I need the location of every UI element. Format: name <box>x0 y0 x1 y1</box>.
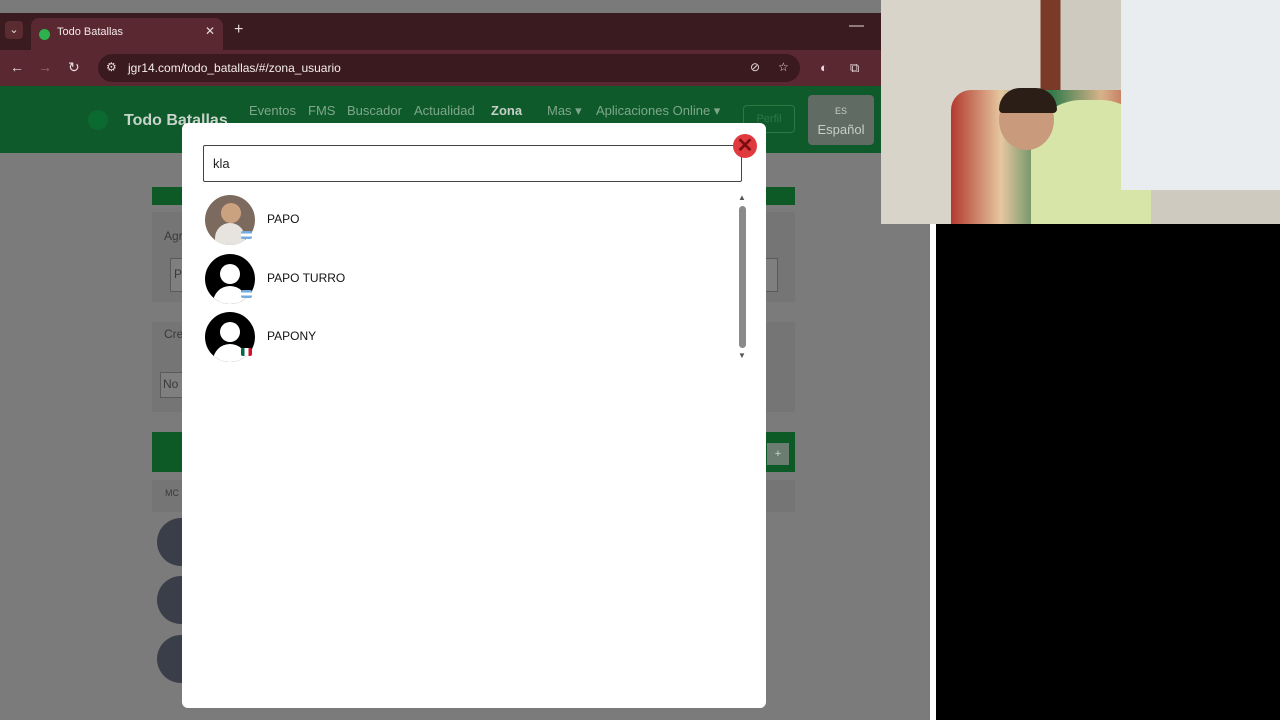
minimize-icon[interactable]: — <box>849 17 864 34</box>
result-name: PAPO <box>267 212 300 226</box>
browser-window: ⌄ Todo Batallas ✕ + — ← → ↻ ⚙ jgr14.com/… <box>0 0 881 720</box>
scroll-down-arrow-icon[interactable]: ▼ <box>738 351 746 360</box>
nav-aplicaciones[interactable]: Aplicaciones Online ▾ <box>596 103 720 119</box>
language-code: ES <box>834 106 847 116</box>
search-modal: PAPO PAPO TURRO PAPONY ▲ ▼ <box>182 123 766 708</box>
list-item[interactable]: PAPONY <box>203 310 723 365</box>
list-avatar <box>157 635 185 683</box>
extension-icon[interactable]: ◐ <box>820 60 828 75</box>
add-input-placeholder: P <box>174 267 183 281</box>
list-avatar <box>157 576 185 624</box>
black-area <box>936 224 1280 720</box>
tab-close-icon[interactable]: ✕ <box>205 24 215 38</box>
add-plus-button[interactable]: + <box>765 441 791 467</box>
create-label: Cre <box>164 327 184 341</box>
eye-off-icon[interactable]: ⊘ <box>750 60 760 74</box>
result-name: PAPONY <box>267 329 317 343</box>
scrollbar-thumb[interactable] <box>739 206 746 348</box>
back-icon[interactable]: ← <box>10 59 24 75</box>
site-favicon-icon <box>39 29 50 40</box>
reload-icon[interactable]: ↻ <box>68 59 80 76</box>
page-edge <box>881 224 930 720</box>
extensions-puzzle-icon[interactable]: ⧉ <box>850 60 859 76</box>
argentina-flag-icon <box>241 290 252 298</box>
bookmark-star-icon[interactable]: ☆ <box>778 60 789 74</box>
language-selector[interactable]: ES Español <box>808 95 874 145</box>
webcam-shirt <box>1121 0 1280 190</box>
nav-buscador[interactable]: Buscador <box>347 103 402 118</box>
add-label: Agr <box>164 229 183 243</box>
search-input[interactable] <box>203 145 742 182</box>
argentina-flag-icon <box>241 231 252 239</box>
mc-label: MC <box>165 488 179 498</box>
list-item[interactable]: PAPO <box>203 193 723 248</box>
result-name: PAPO TURRO <box>267 271 346 285</box>
url-text[interactable]: jgr14.com/todo_batallas/#/zona_usuario <box>128 61 341 75</box>
forward-icon[interactable]: → <box>38 59 52 75</box>
browser-toolbar: ← → ↻ ⚙ jgr14.com/todo_batallas/#/zona_u… <box>0 50 881 86</box>
tab-title: Todo Batallas <box>57 26 124 38</box>
nav-actualidad[interactable]: Actualidad <box>414 103 475 118</box>
nav-mas[interactable]: Mas ▾ <box>547 103 582 119</box>
new-tab-icon[interactable]: + <box>234 21 243 39</box>
scroll-up-arrow-icon[interactable]: ▲ <box>738 193 746 202</box>
close-icon[interactable]: ✕ <box>733 134 757 158</box>
webcam-hair <box>999 88 1057 113</box>
tab-strip: ⌄ Todo Batallas ✕ + — <box>0 13 881 50</box>
create-input-placeholder: No <box>163 377 179 391</box>
address-bar[interactable]: ⚙ jgr14.com/todo_batallas/#/zona_usuario… <box>98 54 800 82</box>
list-avatar <box>157 518 185 566</box>
nav-zona[interactable]: Zona <box>491 103 522 118</box>
webcam-overlay <box>881 0 1280 224</box>
search-results-list: PAPO PAPO TURRO PAPONY <box>203 191 733 362</box>
nav-fms[interactable]: FMS <box>308 103 335 118</box>
tab-search-icon[interactable]: ⌄ <box>5 21 23 39</box>
mexico-flag-icon <box>241 348 252 356</box>
site-logo-icon[interactable] <box>88 110 108 130</box>
site-info-icon[interactable]: ⚙ <box>106 60 117 74</box>
browser-tab[interactable]: Todo Batallas ✕ <box>31 18 223 50</box>
language-name: Español <box>817 122 865 137</box>
list-item[interactable]: PAPO TURRO <box>203 252 723 307</box>
nav-eventos[interactable]: Eventos <box>249 103 296 118</box>
